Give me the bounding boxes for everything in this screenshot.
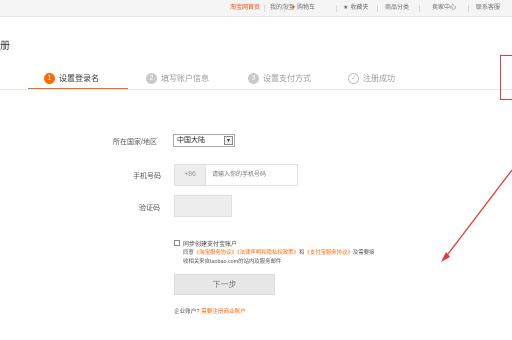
enterprise-account-row: 企业账户? 需要注册商业账户 — [174, 307, 246, 315]
agreement-email-notice: 收相关来自taobao.com的站内及服务邮件 — [183, 259, 282, 265]
dropdown-arrow-icon[interactable]: ▼ — [224, 136, 233, 145]
agreement-suffix: 及需要接 — [352, 250, 375, 256]
enterprise-account-label: 企业账户? — [174, 309, 200, 315]
phone-number-input[interactable] — [206, 164, 298, 186]
phone-country-code[interactable]: +86 — [174, 164, 206, 186]
create-alipay-label: 同步创建支付宝账户 — [183, 242, 238, 248]
enterprise-account-link[interactable]: 需要注册商业账户 — [201, 309, 246, 315]
country-select-value: 中国大陆 — [177, 137, 205, 144]
next-step-button[interactable]: 下一步 — [174, 274, 275, 295]
phone-label: 手机号码 — [133, 173, 161, 180]
taobao-service-agreement-link[interactable]: 《淘宝服务协议》 — [194, 250, 237, 256]
agreement-text: 同意《淘宝服务协议》《法律声明和隐私权政策》和《支付宝服务协议》及需要接 收相关… — [183, 249, 443, 267]
verification-code-label: 验证码 — [139, 205, 160, 212]
alipay-service-agreement-link[interactable]: 《支付宝服务协议》 — [304, 250, 353, 256]
legal-privacy-policy-link[interactable]: 《法律声明和隐私权政策》 — [237, 250, 299, 256]
country-select[interactable]: 中国大陆 ▼ — [173, 134, 235, 147]
create-alipay-checkbox[interactable] — [174, 240, 180, 246]
verification-code-slider[interactable] — [174, 195, 232, 217]
agreement-prefix: 同意 — [183, 250, 194, 256]
country-label: 所在国家/地区 — [113, 139, 157, 146]
